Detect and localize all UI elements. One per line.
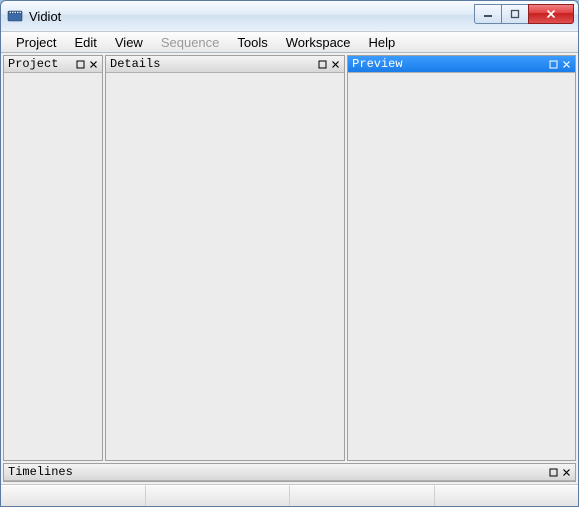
menu-sequence: Sequence (152, 33, 229, 52)
close-button[interactable] (528, 4, 574, 24)
client-area: Project Details (1, 53, 578, 484)
menu-edit[interactable]: Edit (65, 33, 105, 52)
status-cell (434, 485, 579, 506)
statusbar (1, 484, 578, 506)
panel-timelines-header[interactable]: Timelines (4, 464, 575, 481)
panel-project: Project (3, 55, 103, 461)
status-cell (289, 485, 434, 506)
panel-details: Details (105, 55, 345, 461)
menu-tools[interactable]: Tools (228, 33, 276, 52)
maximize-button[interactable] (501, 4, 529, 24)
close-panel-icon[interactable] (87, 58, 100, 71)
maximize-panel-icon[interactable] (547, 58, 560, 71)
titlebar[interactable]: Vidiot (1, 1, 578, 31)
panel-project-title: Project (8, 57, 74, 71)
close-panel-icon[interactable] (560, 58, 573, 71)
maximize-panel-icon[interactable] (74, 58, 87, 71)
panel-preview-header[interactable]: Preview (348, 56, 575, 73)
top-row: Project Details (3, 55, 576, 461)
panel-project-header[interactable]: Project (4, 56, 102, 73)
minimize-button[interactable] (474, 4, 502, 24)
panel-details-body[interactable] (106, 73, 344, 460)
maximize-panel-icon[interactable] (316, 58, 329, 71)
menu-workspace[interactable]: Workspace (277, 33, 360, 52)
status-cell (1, 485, 145, 506)
menu-view[interactable]: View (106, 33, 152, 52)
window-title: Vidiot (29, 9, 61, 24)
close-panel-icon[interactable] (329, 58, 342, 71)
maximize-panel-icon[interactable] (547, 466, 560, 479)
close-panel-icon[interactable] (560, 466, 573, 479)
panel-project-body[interactable] (4, 73, 102, 460)
menubar: Project Edit View Sequence Tools Workspa… (1, 31, 578, 53)
panel-details-header[interactable]: Details (106, 56, 344, 73)
app-window: Vidiot Project Edit View Sequence Tools … (0, 0, 579, 507)
panel-preview-title: Preview (352, 57, 547, 71)
panel-preview: Preview (347, 55, 576, 461)
app-icon (7, 8, 23, 24)
status-cell (145, 485, 290, 506)
panel-timelines-title: Timelines (8, 465, 547, 479)
panel-timelines: Timelines (3, 463, 576, 482)
panel-preview-body[interactable] (348, 73, 575, 460)
panel-details-title: Details (110, 57, 316, 71)
menu-help[interactable]: Help (360, 33, 405, 52)
menu-project[interactable]: Project (7, 33, 65, 52)
window-controls (475, 4, 574, 24)
